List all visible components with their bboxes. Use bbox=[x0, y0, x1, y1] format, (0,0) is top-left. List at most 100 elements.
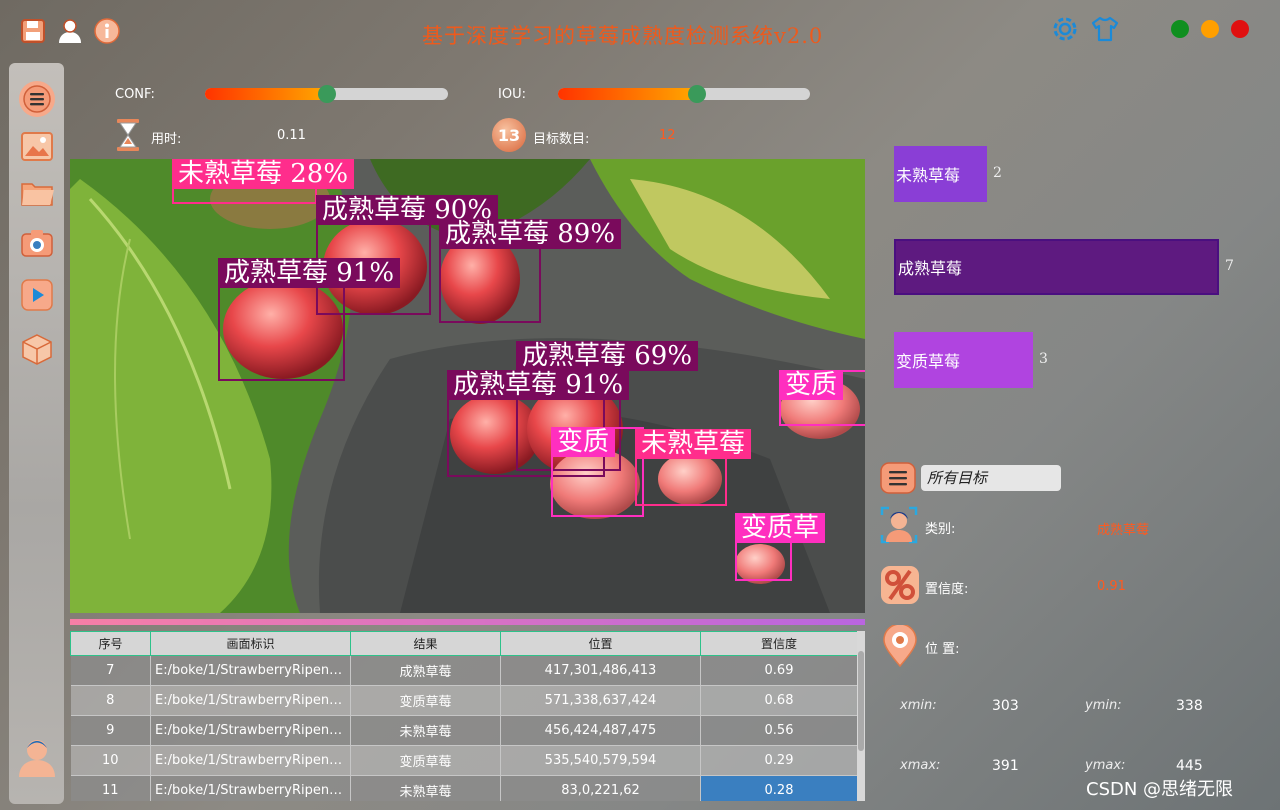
conf-slider-handle[interactable] bbox=[317, 85, 336, 103]
source-cell[interactable]: E:/boke/1/StrawberryRipeness bbox=[150, 685, 351, 716]
table-row[interactable]: 7 E:/boke/1/StrawberryRipeness 成熟草莓 417,301… bbox=[70, 655, 857, 686]
source-cell[interactable]: E:/boke/1/StrawberryRipeness bbox=[150, 775, 351, 801]
table-row[interactable]: 10 E:/boke/1/StrawberryRipeness 变质草莓 535,54… bbox=[70, 745, 857, 776]
hourglass-icon bbox=[116, 118, 140, 156]
confidence-cell[interactable]: 0.69 bbox=[700, 655, 857, 686]
column-header[interactable]: 置信度 bbox=[700, 631, 857, 656]
confidence-cell[interactable]: 0.28 bbox=[700, 775, 857, 801]
user-button[interactable] bbox=[55, 16, 85, 46]
position-cell[interactable]: 535,540,579,594 bbox=[500, 745, 701, 776]
cube-icon bbox=[22, 334, 52, 365]
percent-icon bbox=[880, 565, 920, 609]
image-divider bbox=[70, 619, 865, 625]
result-cell[interactable]: 未熟草莓 bbox=[350, 715, 501, 746]
row-index-cell[interactable]: 7 bbox=[70, 655, 151, 686]
target-menu-button[interactable] bbox=[880, 462, 916, 498]
position-cell[interactable]: 571,338,637,424 bbox=[500, 685, 701, 716]
menu-button[interactable] bbox=[19, 81, 55, 117]
image-button[interactable] bbox=[19, 129, 55, 165]
column-header[interactable]: 序号 bbox=[70, 631, 151, 656]
column-header[interactable]: 画面标识 bbox=[150, 631, 351, 656]
user-icon bbox=[59, 19, 81, 43]
class-value: 成熟草莓 bbox=[1097, 523, 1150, 538]
info-button[interactable] bbox=[92, 16, 122, 46]
conf-label: CONF: bbox=[115, 87, 155, 102]
count-badge-text: 13 bbox=[497, 125, 521, 145]
iou-slider[interactable] bbox=[558, 88, 810, 100]
position-cell[interactable]: 417,301,486,413 bbox=[500, 655, 701, 686]
save-button[interactable] bbox=[18, 16, 48, 46]
app-title: 基于深度学习的草莓成熟度检测系统v2.0 bbox=[422, 24, 824, 48]
detection-label: 成熟草莓 91% bbox=[447, 370, 630, 400]
minimize-button[interactable] bbox=[1171, 20, 1189, 38]
save-icon bbox=[21, 19, 45, 43]
list-icon bbox=[880, 462, 916, 494]
iou-slider-handle[interactable] bbox=[687, 85, 706, 103]
chart-bar-value: 3 bbox=[1039, 351, 1048, 367]
avatar-icon bbox=[19, 740, 55, 777]
result-cell[interactable]: 成熟草莓 bbox=[350, 655, 501, 686]
position-label: 位 置: bbox=[925, 642, 960, 657]
table-scrollbar[interactable] bbox=[857, 631, 865, 801]
table-row[interactable]: 8 E:/boke/1/StrawberryRipeness 变质草莓 571,338… bbox=[70, 685, 857, 716]
theme-button[interactable] bbox=[1090, 14, 1120, 44]
camera-icon bbox=[21, 230, 53, 257]
chart-bar: 未熟草莓 bbox=[894, 146, 987, 202]
folder-button[interactable] bbox=[19, 175, 55, 211]
result-cell[interactable]: 变质草莓 bbox=[350, 745, 501, 776]
row-index-cell[interactable]: 9 bbox=[70, 715, 151, 746]
row-index-cell[interactable]: 10 bbox=[70, 745, 151, 776]
menu-icon bbox=[23, 85, 51, 113]
chart-bar-value: 2 bbox=[993, 165, 1002, 181]
source-cell[interactable]: E:/boke/1/StrawberryRipeness bbox=[150, 715, 351, 746]
confidence-label: 置信度: bbox=[925, 582, 969, 597]
source-cell[interactable]: E:/boke/1/StrawberryRipeness bbox=[150, 655, 351, 686]
confidence-cell[interactable]: 0.29 bbox=[700, 745, 857, 776]
count-badge-icon: 13 bbox=[492, 118, 526, 152]
chart-bar: 成熟草莓 bbox=[894, 239, 1219, 295]
time-label: 用时: bbox=[151, 132, 182, 147]
xmin-value: 303 bbox=[992, 698, 1019, 714]
camera-button[interactable] bbox=[19, 225, 55, 261]
position-cell[interactable]: 456,424,487,475 bbox=[500, 715, 701, 746]
table-scrollbar-thumb[interactable] bbox=[858, 651, 864, 751]
chart-bar: 变质草莓 bbox=[894, 332, 1033, 388]
row-index-cell[interactable]: 8 bbox=[70, 685, 151, 716]
class-label: 类别: bbox=[925, 522, 956, 537]
conf-slider-fill bbox=[205, 88, 327, 100]
column-header[interactable]: 结果 bbox=[350, 631, 501, 656]
confidence-cell[interactable]: 0.68 bbox=[700, 685, 857, 716]
source-cell[interactable]: E:/boke/1/StrawberryRipeness bbox=[150, 745, 351, 776]
result-cell[interactable]: 变质草莓 bbox=[350, 685, 501, 716]
settings-button[interactable] bbox=[1050, 14, 1080, 44]
time-value: 0.11 bbox=[277, 128, 306, 143]
confidence-cell[interactable]: 0.56 bbox=[700, 715, 857, 746]
chart-bar-label: 成熟草莓 bbox=[898, 259, 963, 278]
column-header[interactable]: 位置 bbox=[500, 631, 701, 656]
detection-label: 未熟草莓 bbox=[635, 429, 752, 459]
info-icon bbox=[94, 18, 120, 44]
model-button[interactable] bbox=[19, 331, 55, 367]
count-value: 12 bbox=[659, 128, 676, 143]
detection-label: 成熟草莓 91% bbox=[218, 258, 401, 288]
play-icon bbox=[21, 279, 53, 311]
row-index-cell[interactable]: 11 bbox=[70, 775, 151, 801]
table-row[interactable]: 9 E:/boke/1/StrawberryRipeness 未熟草莓 456,424… bbox=[70, 715, 857, 746]
account-button[interactable] bbox=[15, 739, 59, 777]
detection-label: 变质草 bbox=[735, 513, 826, 543]
close-button[interactable] bbox=[1231, 20, 1249, 38]
xmax-value: 391 bbox=[992, 758, 1019, 774]
detection-label: 成熟草莓 89% bbox=[439, 219, 622, 249]
position-cell[interactable]: 83,0,221,62 bbox=[500, 775, 701, 801]
location-pin-icon bbox=[881, 623, 919, 671]
maximize-button[interactable] bbox=[1201, 20, 1219, 38]
target-select[interactable]: 所有目标 bbox=[921, 465, 1061, 491]
iou-slider-fill bbox=[558, 88, 697, 100]
face-scan-icon bbox=[880, 505, 918, 549]
table-row[interactable]: 11 E:/boke/1/StrawberryRipeness 未熟草莓 83,0,2… bbox=[70, 775, 857, 801]
result-cell[interactable]: 未熟草莓 bbox=[350, 775, 501, 801]
xmin-label: xmin: bbox=[900, 698, 937, 713]
watermark: CSDN @思绪无限 bbox=[1086, 779, 1234, 800]
results-table[interactable]: 序号 画面标识 结果 位置 置信度 7 E:/boke/1/StrawberryR… bbox=[70, 631, 857, 801]
video-button[interactable] bbox=[19, 277, 55, 313]
